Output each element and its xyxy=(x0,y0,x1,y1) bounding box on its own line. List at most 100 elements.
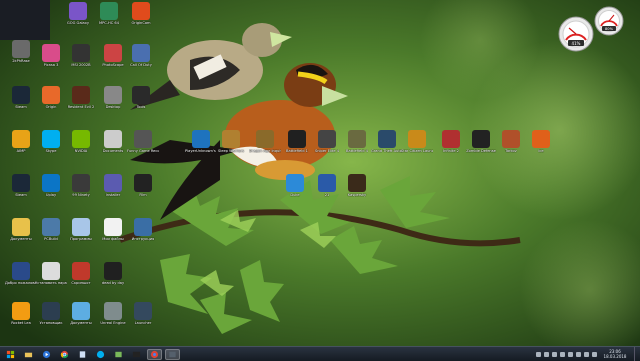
skype-icon xyxy=(96,350,105,358)
hardware-icon xyxy=(42,302,60,320)
desktop-icon-tarkov[interactable]: Tarkov xyxy=(496,130,526,160)
dragon-age-icon xyxy=(256,130,274,148)
desktop-icon-nvidia[interactable]: NVIDIA xyxy=(66,130,96,160)
desktop-icon-label: Infinite 2 xyxy=(443,149,459,153)
tray-flag-icon[interactable] xyxy=(568,351,573,357)
paper-icon xyxy=(104,218,122,236)
desktop-icon-origin-games[interactable]: Origin xyxy=(36,86,66,116)
desktop-icon-ice[interactable]: Ice xyxy=(526,130,556,160)
nvidia-icon xyxy=(72,130,90,148)
desktop-icon-label: OriginCom xyxy=(131,21,151,25)
desktop-icon-label: Ice xyxy=(538,149,544,153)
desktop-icon-zombie[interactable]: Zombie Defense xyxy=(466,130,496,160)
desktop-icon-launcher[interactable]: Launcher xyxy=(128,302,158,332)
tray-battery-icon[interactable] xyxy=(584,351,589,357)
tuner-icon xyxy=(42,262,60,280)
desktop-icon-tuner[interactable]: Установить параметры xyxy=(35,262,67,292)
desktop-icon-duke[interactable]: Duke xyxy=(280,174,310,204)
desktop-icon-21[interactable]: 21 xyxy=(312,174,342,204)
show-desktop-button[interactable] xyxy=(634,347,640,361)
tray-antivirus-icon[interactable] xyxy=(560,351,565,357)
desktop-icon-sleep[interactable]: Sleep Warriors xyxy=(216,130,246,160)
desktop-icon-star-citizen[interactable]: Star Citizen Launcher xyxy=(401,130,433,160)
desktop-icon-hardware[interactable]: Установщик xyxy=(36,302,66,332)
dead-icon xyxy=(104,262,122,280)
desktop-icon-infinite[interactable]: Infinite 2 xyxy=(436,130,466,160)
desktop-icon-docs2[interactable]: Документы xyxy=(66,302,96,332)
mpc-hc-64-icon xyxy=(100,2,118,20)
desktop-icon-label: Launcher xyxy=(134,321,152,325)
21-icon xyxy=(318,174,336,192)
desktop-icon-steam[interactable]: Steam xyxy=(6,86,36,116)
documents-icon xyxy=(104,130,122,148)
rocket-icon xyxy=(12,302,30,320)
tray-volume-icon[interactable] xyxy=(552,351,557,357)
desktop-icon-kaspersky[interactable]: Kaspersky xyxy=(342,174,372,204)
desktop-icon-origin[interactable]: OriginCom xyxy=(126,2,156,32)
desktop-icon-mpc-hc-64[interactable]: MPC-HC 64 xyxy=(94,2,124,32)
taskbar-browser-button[interactable] xyxy=(147,348,162,360)
tray-network-icon[interactable] xyxy=(544,351,549,357)
desktop-icon-2filtre[interactable]: 2kPhRase xyxy=(6,40,36,70)
cpu-meter-gadget[interactable]: 41% xyxy=(558,16,594,52)
desktop-icon-msi-2002[interactable]: MSI 2002B xyxy=(66,44,96,74)
taskbar-terminal-button[interactable] xyxy=(129,349,144,360)
taskbar-explorer-button[interactable] xyxy=(21,349,36,360)
start-button[interactable] xyxy=(3,349,18,360)
taskbar-chrome-button[interactable] xyxy=(57,349,72,360)
desktop-icon-label: Call Of Duty xyxy=(130,63,152,67)
desktop-icon-label: Tools xyxy=(136,105,146,109)
tray-update-icon[interactable] xyxy=(592,351,597,357)
clock[interactable]: 23:06 18.03.2018 xyxy=(600,349,630,359)
desktop-icon-funny-tools[interactable]: Funny Game Recorder xyxy=(127,130,159,160)
desktop-icon-documents[interactable]: Documents xyxy=(98,130,128,160)
taskbar-photos-button[interactable] xyxy=(111,349,126,360)
memory-meter-gadget[interactable]: 80% xyxy=(594,6,624,36)
infinite-icon xyxy=(442,130,460,148)
desktop-icon-aimp[interactable]: AIMP xyxy=(6,130,36,160)
desktop-icon-folder-docs[interactable]: Документы xyxy=(6,218,36,248)
desktop-icon-label: Battlefield 4 xyxy=(346,149,368,153)
taskbar-media-button[interactable] xyxy=(39,349,54,360)
file-manager-icon xyxy=(79,350,86,358)
desktop-icon-tools[interactable]: Tools xyxy=(126,86,156,116)
uplay-icon xyxy=(42,174,60,192)
desktop-icon-ninety-nine[interactable]: 99 Ninety xyxy=(66,174,96,204)
desktop-icon-resident-evil[interactable]: Resident Evil 2 xyxy=(66,86,96,116)
desktop-icon-dead[interactable]: dead by day xyxy=(98,262,128,292)
desktop-icon-call-of-duty[interactable]: Call Of Duty xyxy=(126,44,156,74)
taskbar-files-button[interactable] xyxy=(75,349,90,360)
tray-up-arrow-icon[interactable] xyxy=(536,351,541,357)
desktop-icon-installer[interactable]: Installer xyxy=(98,174,128,204)
taskbar-skype-button[interactable] xyxy=(93,349,108,360)
desktop-icon-battlefield[interactable]: Battlefield 1 xyxy=(282,130,312,160)
taskbar-recorder-button[interactable] xyxy=(165,348,180,360)
desktop-icon-unreal[interactable]: Unreal Engine xyxy=(98,302,128,332)
desktop-icon-dobro[interactable]: Добро пожаловать xyxy=(5,262,37,292)
desktop-icon-programs[interactable]: Программы xyxy=(66,218,96,248)
desktop-icon-desktop-screen[interactable]: Desktop xyxy=(98,86,128,116)
desktop-icon-label: AIMP xyxy=(16,149,26,153)
desktop-icon-rocket[interactable]: Rocket Lea xyxy=(6,302,36,332)
desktop-icon-screenshot[interactable]: Скриншот xyxy=(66,262,96,292)
desktop-icon-gog-galaxy[interactable]: GOG Galaxy xyxy=(63,2,93,32)
desktop-icon-skype[interactable]: Skype xyxy=(36,130,66,160)
desktop-icon-label: Funny Game Recorder xyxy=(127,149,159,153)
tray-language-icon[interactable] xyxy=(576,351,581,357)
desktop-icon-manual[interactable]: Инструкция xyxy=(128,218,158,248)
cpu-percent-text: 41% xyxy=(572,41,581,46)
desktop-icon-playerunknown[interactable]: PlayerUnknown's Battlegrounds xyxy=(185,130,217,160)
desktop-icon-label: Duke xyxy=(290,193,300,197)
desktop-icon-film[interactable]: Film xyxy=(128,174,158,204)
aimp-icon xyxy=(12,130,30,148)
desktop-icon-pc-build[interactable]: PCBuild xyxy=(36,218,66,248)
desktop-icon-paper[interactable]: Мои файлы xyxy=(98,218,128,248)
desktop-icon-sniper-elite[interactable]: Sniper Elite 4 xyxy=(312,130,342,160)
desktop-icon-photoscape[interactable]: PhotoScape xyxy=(98,44,128,74)
desktop-icon-gta[interactable]: Grand Theft Auto V xyxy=(371,130,403,160)
desktop-icon-dragon-age[interactable]: Dragon Age Inquisition xyxy=(249,130,281,160)
desktop-icon-picasa-3[interactable]: Picasa 3 xyxy=(36,44,66,74)
desktop-icon-battlefield-2[interactable]: Battlefield 4 xyxy=(342,130,372,160)
desktop-icon-steam2[interactable]: Steam xyxy=(6,174,36,204)
desktop-icon-uplay[interactable]: Uplay xyxy=(36,174,66,204)
